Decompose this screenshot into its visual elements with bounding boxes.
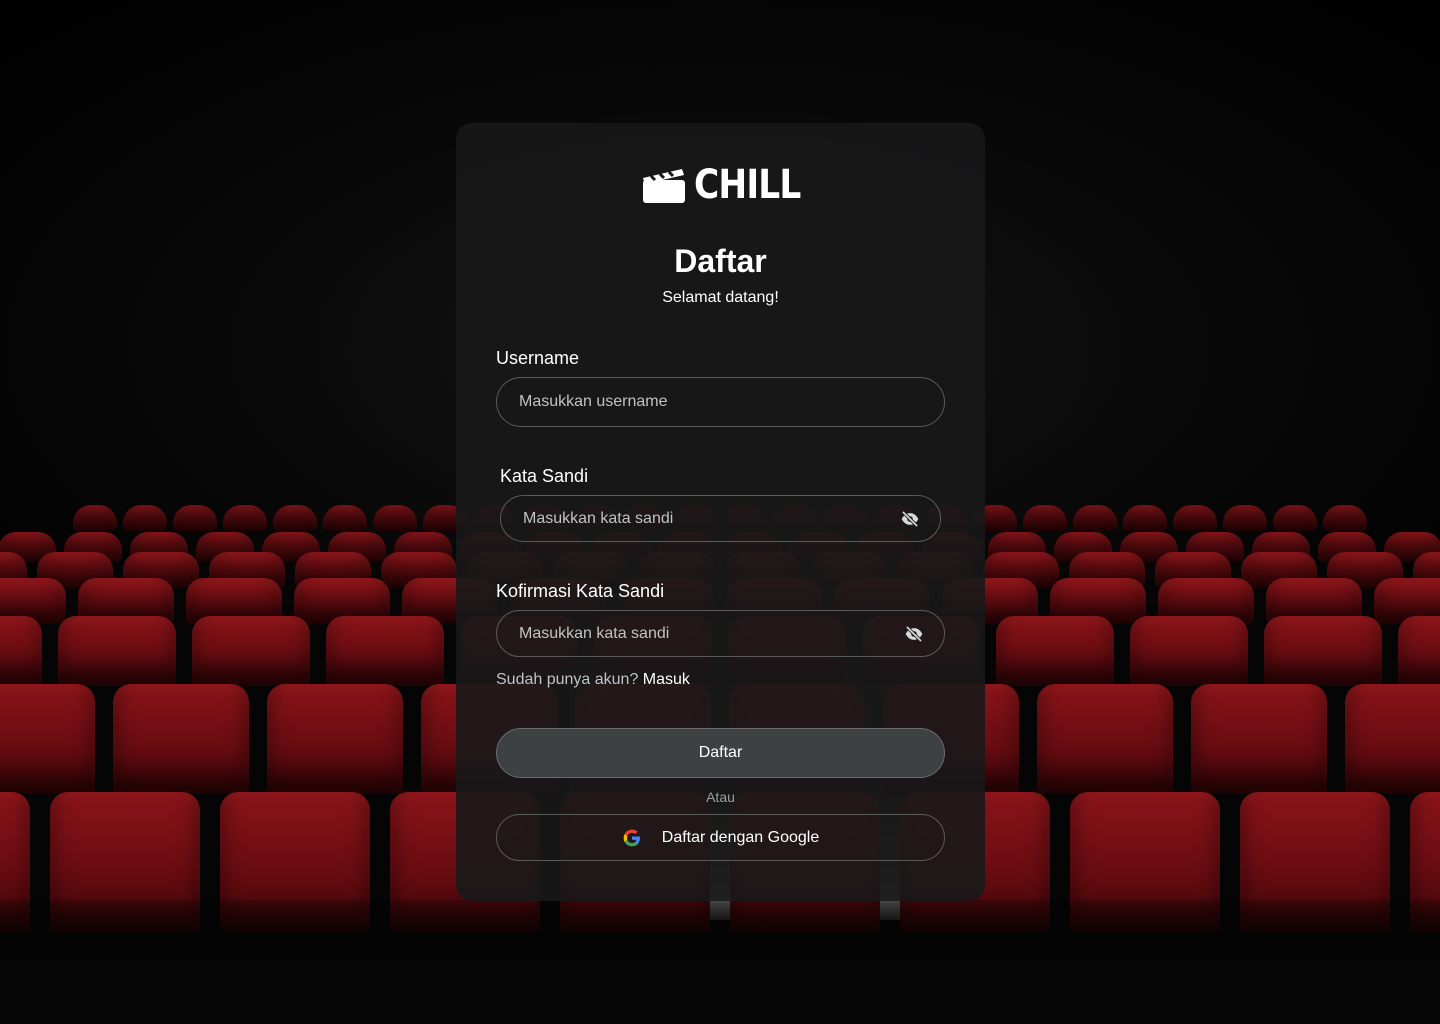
seat — [0, 616, 42, 686]
page-title: Daftar — [674, 243, 767, 279]
seat — [223, 505, 267, 531]
clapperboard-icon — [643, 169, 685, 203]
username-label: Username — [496, 348, 580, 368]
confirm-password-input[interactable] — [517, 623, 884, 644]
seat — [113, 684, 249, 794]
seat — [1073, 505, 1117, 531]
eye-off-icon[interactable] — [904, 624, 924, 644]
confirm-password-label: Kofirmasi Kata Sandi — [496, 581, 665, 601]
google-icon — [623, 829, 640, 846]
seat — [1191, 684, 1327, 794]
password-label: Kata Sandi — [500, 466, 589, 486]
seat — [73, 505, 117, 531]
login-prompt: Sudah punya akun? Masuk — [496, 670, 690, 690]
seat — [173, 505, 217, 531]
seat — [1123, 505, 1167, 531]
seat — [1037, 684, 1173, 794]
seat — [1173, 505, 1217, 531]
password-input[interactable] — [521, 508, 880, 529]
seat — [1273, 505, 1317, 531]
brand-name: CHILL — [694, 162, 801, 208]
login-link[interactable]: Masuk — [643, 671, 690, 688]
seat — [1130, 616, 1248, 686]
seat — [1345, 684, 1440, 794]
password-field — [500, 495, 941, 542]
divider-text: Atau — [706, 789, 735, 805]
seat — [373, 505, 417, 531]
seat — [1023, 505, 1067, 531]
seat — [273, 505, 317, 531]
seat — [0, 684, 95, 794]
username-field — [496, 377, 945, 427]
seat — [1323, 505, 1367, 531]
register-button[interactable]: Daftar — [496, 728, 945, 778]
confirm-password-field — [496, 610, 945, 657]
seat — [123, 505, 167, 531]
seat — [58, 616, 176, 686]
seat — [1264, 616, 1382, 686]
register-card: CHILL Daftar Selamat datang! Username Ka… — [456, 123, 985, 901]
brand-logo: CHILL — [642, 165, 818, 205]
seat — [326, 616, 444, 686]
google-register-button[interactable]: Daftar dengan Google — [496, 814, 945, 861]
login-prompt-text: Sudah punya akun? — [496, 671, 639, 688]
background-floor — [0, 900, 1440, 1024]
seat — [1223, 505, 1267, 531]
seat — [996, 616, 1114, 686]
google-register-label: Daftar dengan Google — [661, 828, 820, 846]
username-input[interactable] — [517, 392, 924, 412]
page-subtitle: Selamat datang! — [662, 289, 779, 306]
seat — [192, 616, 310, 686]
seat — [323, 505, 367, 531]
eye-off-icon[interactable] — [900, 509, 920, 529]
seat — [267, 684, 403, 794]
seat — [1398, 616, 1440, 686]
